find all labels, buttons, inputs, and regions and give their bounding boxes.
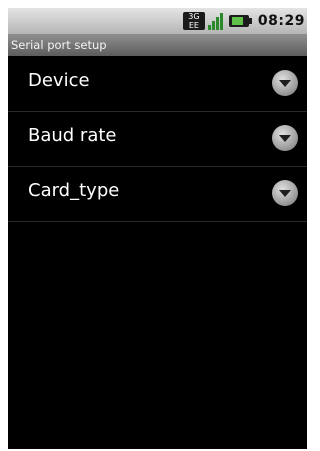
- dropdown-arrow-icon[interactable]: [272, 70, 298, 96]
- page-title: Serial port setup: [11, 38, 107, 52]
- status-clock: 08:29: [257, 13, 305, 29]
- list-item-label: Card_type: [28, 180, 120, 201]
- list-item-label: Baud rate: [28, 125, 117, 146]
- list-item-device[interactable]: Device: [8, 57, 307, 112]
- list-item-baud-rate[interactable]: Baud rate: [8, 112, 307, 167]
- network-sub-label: EE: [188, 21, 199, 30]
- title-bar: Serial port setup: [8, 35, 307, 56]
- dropdown-arrow-icon[interactable]: [272, 125, 298, 151]
- list-item-card-type[interactable]: Card_type: [8, 167, 307, 222]
- dropdown-arrow-icon[interactable]: [272, 180, 298, 206]
- signal-icon: [207, 12, 226, 30]
- network-3g-icon: 3G EE: [182, 12, 205, 30]
- battery-icon: [228, 13, 253, 29]
- status-bar: 3G EE 08:29: [8, 8, 307, 35]
- status-icons: 3G EE 08:29: [182, 11, 305, 31]
- settings-list: Device Baud rate Card_type: [8, 57, 307, 222]
- list-item-label: Device: [28, 70, 90, 91]
- network-label: 3G: [188, 12, 200, 21]
- phone-screen: 3G EE 08:29 Serial port setup Device Bau…: [8, 8, 307, 449]
